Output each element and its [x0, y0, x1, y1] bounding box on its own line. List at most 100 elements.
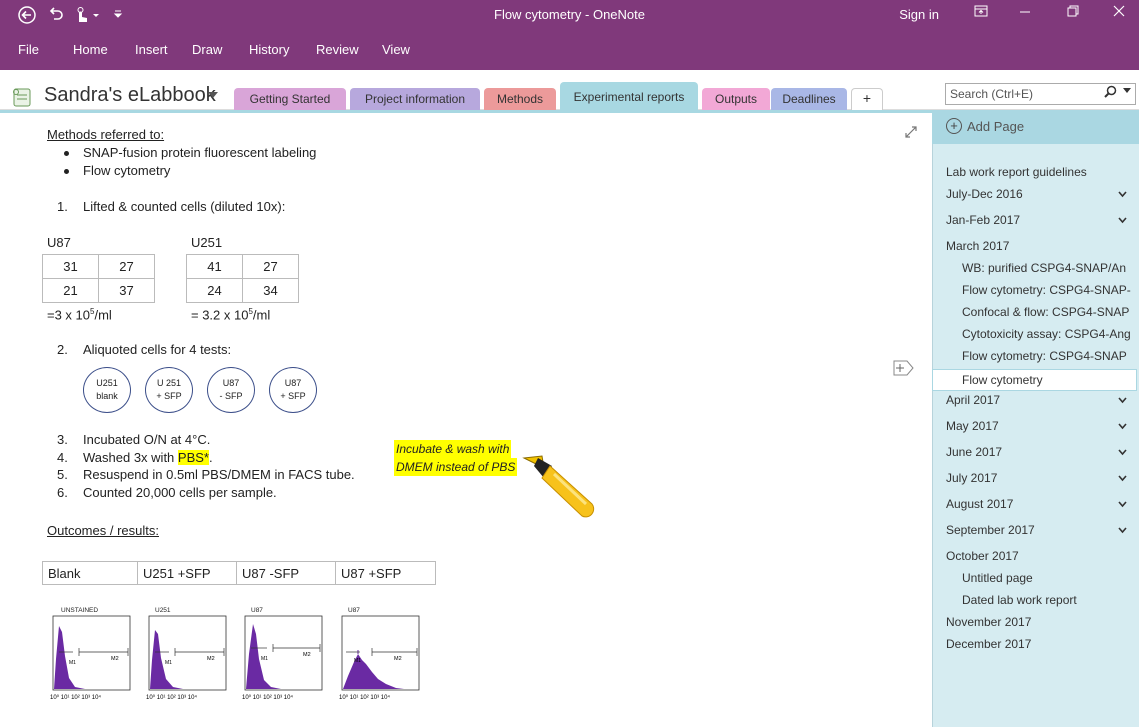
outcome-column-header: U87 +SFP	[335, 561, 436, 585]
section-tab-outputs[interactable]: Outputs	[702, 88, 770, 110]
section-tab-methods[interactable]: Methods	[484, 88, 556, 110]
histogram-marker-m2: M2	[111, 656, 119, 662]
u87-count-grid: 31 27 21 37	[42, 254, 155, 303]
chevron-down-icon[interactable]	[1118, 448, 1127, 458]
page-group-item[interactable]: November 2017	[946, 615, 1031, 629]
step-number: 4.	[57, 450, 68, 465]
histogram-label: U87	[348, 607, 360, 614]
tab-home[interactable]: Home	[73, 42, 108, 57]
page-item[interactable]: Confocal & flow: CSPG4-SNAP	[962, 305, 1129, 319]
chevron-down-icon[interactable]	[1118, 500, 1127, 510]
histogram-marker-m2: M2	[207, 656, 215, 662]
step-5-text: Resuspend in 0.5ml PBS/DMEM in FACS tube…	[83, 467, 355, 482]
highlighted-note: Incubate & wash with DMEM instead of PBS	[394, 440, 518, 476]
page-group-item[interactable]: Jan-Feb 2017	[946, 213, 1020, 227]
test-label: U87	[222, 378, 240, 388]
full-page-view-icon[interactable]	[905, 126, 917, 141]
histogram-marker-m1: M1	[261, 656, 268, 662]
tab-view[interactable]: View	[382, 42, 410, 57]
page-item[interactable]: Flow cytometry: CSPG4-SNAP	[962, 349, 1127, 363]
method-bullet-2: Flow cytometry	[83, 163, 171, 178]
test-sublabel: blank	[96, 391, 118, 401]
page-group-item[interactable]: July 2017	[946, 471, 997, 485]
page-group-item[interactable]: May 2017	[946, 419, 999, 433]
add-page-button[interactable]: + Add Page	[932, 110, 1139, 144]
search-placeholder: Search (Ctrl+E)	[950, 87, 1034, 101]
sign-in-link[interactable]: Sign in	[899, 7, 939, 22]
page-group-item[interactable]: Lab work report guidelines	[946, 165, 1087, 179]
step-number: 5.	[57, 467, 68, 482]
restore-icon[interactable]	[1058, 4, 1088, 20]
tab-draw[interactable]: Draw	[192, 42, 222, 57]
tab-insert[interactable]: Insert	[135, 42, 168, 57]
step-number: 3.	[57, 432, 68, 447]
step-6-text: Counted 20,000 cells per sample.	[83, 485, 277, 500]
flow-histogram-u87-sfp: U87 M1 M2 10⁰ 10¹ 10² 10³ 10⁴	[334, 604, 424, 707]
notebook-dropdown-icon[interactable]	[208, 88, 218, 102]
flow-histogram-blank: UNSTAINED M1 M2 10⁰ 10¹ 10² 10³ 10⁴	[45, 604, 135, 707]
step-2-text: Aliquoted cells for 4 tests:	[83, 342, 232, 357]
tab-file[interactable]: File	[18, 42, 39, 57]
count-cell: 27	[98, 254, 155, 279]
page-item[interactable]: Flow cytometry: CSPG4-SNAP-	[962, 283, 1131, 297]
histogram-label: U251	[155, 607, 171, 614]
chevron-down-icon[interactable]	[1118, 474, 1127, 484]
u251-label: U251	[191, 235, 223, 250]
step-4-post: .	[208, 450, 213, 465]
count-cell: 34	[242, 278, 299, 303]
highlighter-marker-icon	[520, 452, 604, 529]
page-group-item[interactable]: December 2017	[946, 637, 1031, 651]
page-group-item[interactable]: October 2017	[946, 549, 1019, 563]
test-sublabel: + SFP	[280, 391, 306, 401]
chevron-down-icon[interactable]	[1118, 526, 1127, 536]
page-group-item[interactable]: April 2017	[946, 393, 1000, 407]
tab-review[interactable]: Review	[316, 42, 359, 57]
page-group-item[interactable]: July-Dec 2016	[946, 187, 1023, 201]
search-scope-dropdown-icon[interactable]	[1123, 87, 1131, 96]
search-box[interactable]: Search (Ctrl+E)	[945, 83, 1136, 105]
svg-text:10⁰ 10¹ 10² 10³ 10⁴: 10⁰ 10¹ 10² 10³ 10⁴	[50, 694, 101, 701]
chevron-down-icon[interactable]	[1118, 216, 1127, 226]
test-label: U 251	[156, 378, 182, 388]
add-page-icon: +	[946, 118, 962, 134]
minimize-icon[interactable]	[1010, 4, 1040, 20]
page-item[interactable]: Dated lab work report	[962, 593, 1077, 607]
u251-result-value: = 3.2 x 10	[191, 307, 249, 323]
chevron-down-icon[interactable]	[1118, 190, 1127, 200]
histogram-marker-m1: M1	[354, 658, 361, 664]
search-icon[interactable]	[1104, 85, 1117, 101]
page-group-item[interactable]: June 2017	[946, 445, 1002, 459]
step-number: 2.	[57, 342, 68, 357]
section-tab-getting-started[interactable]: Getting Started	[234, 88, 346, 110]
tab-history[interactable]: History	[249, 42, 289, 57]
page-item[interactable]: Cytotoxicity assay: CSPG4-Ang	[962, 327, 1131, 341]
section-tab-experimental-reports[interactable]: Experimental reports	[560, 82, 698, 110]
page-item[interactable]: Flow cytometry	[932, 369, 1137, 391]
page-item[interactable]: Untitled page	[962, 571, 1033, 585]
svg-text:10⁰ 10¹ 10² 10³ 10⁴: 10⁰ 10¹ 10² 10³ 10⁴	[339, 694, 390, 701]
notebook-name[interactable]: Sandra's eLabbook	[44, 84, 216, 107]
bullet-icon	[64, 169, 69, 174]
page-item[interactable]: WB: purified CSPG4-SNAP/An	[962, 261, 1126, 275]
methods-heading: Methods referred to:	[47, 127, 165, 142]
add-page-label: Add Page	[967, 119, 1025, 134]
close-icon[interactable]	[1104, 4, 1134, 20]
histogram-marker-m1: M1	[69, 660, 76, 666]
outcome-column-header: U87 -SFP	[236, 561, 336, 585]
chevron-down-icon[interactable]	[1118, 422, 1127, 432]
chevron-down-icon[interactable]	[1118, 396, 1127, 406]
section-tab-project-information[interactable]: Project information	[350, 88, 480, 110]
section-tab-deadlines[interactable]: Deadlines	[771, 88, 847, 110]
step-number: 6.	[57, 485, 68, 500]
ribbon-display-options-icon[interactable]	[966, 4, 996, 20]
highlighted-pbs: PBS*	[177, 450, 209, 465]
add-section-button[interactable]: +	[851, 88, 883, 110]
step-1-text: Lifted & counted cells (diluted 10x):	[83, 199, 286, 214]
test-sublabel: - SFP	[219, 391, 243, 401]
page-group-item[interactable]: August 2017	[946, 497, 1013, 511]
notebook-icon[interactable]	[11, 86, 33, 108]
u87-result-unit: /ml	[94, 307, 112, 323]
add-space-icon[interactable]	[893, 360, 914, 376]
page-group-item[interactable]: September 2017	[946, 523, 1035, 537]
page-group-item[interactable]: March 2017	[946, 239, 1009, 253]
